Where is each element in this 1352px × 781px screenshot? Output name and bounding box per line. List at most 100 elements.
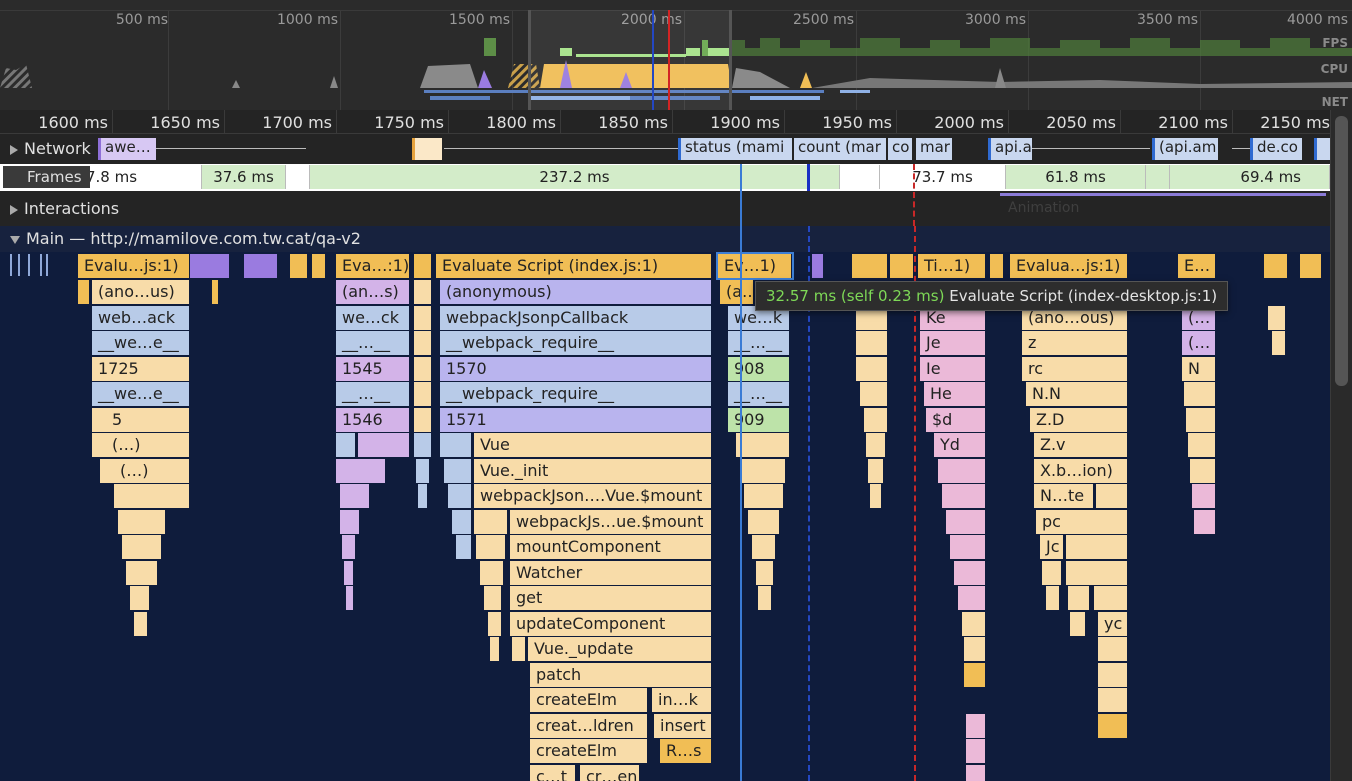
flame-event[interactable]: webpackJson….Vue.$mount	[474, 484, 712, 508]
frame[interactable]	[1146, 165, 1170, 189]
flame-event[interactable]	[938, 459, 986, 483]
flame-event[interactable]	[868, 459, 884, 483]
frame[interactable]: 37.6 ms	[202, 165, 286, 189]
flame-event[interactable]: (ano…us)	[92, 280, 190, 304]
flame-event[interactable]: 1571	[440, 408, 712, 432]
flame-event[interactable]	[758, 586, 772, 610]
flame-event[interactable]: E…	[1178, 254, 1216, 278]
flame-event[interactable]	[212, 280, 219, 304]
flame-event[interactable]	[964, 663, 986, 687]
flame-event[interactable]	[946, 510, 986, 534]
flame-event[interactable]: creat…ldren	[530, 714, 648, 738]
flame-event[interactable]	[1268, 306, 1286, 330]
flame-event[interactable]	[484, 586, 502, 610]
interactions-track-toggle[interactable]: Interactions	[10, 199, 119, 218]
flame-event[interactable]	[452, 510, 472, 534]
flame-event[interactable]	[414, 306, 432, 330]
flame-event[interactable]: Evaluate Script (index.js:1)	[436, 254, 712, 278]
flame-event[interactable]	[990, 254, 1004, 278]
flame-event[interactable]	[1192, 484, 1216, 508]
flame-event[interactable]: Watcher	[510, 561, 712, 585]
flame-slice[interactable]	[46, 254, 48, 276]
flame-event[interactable]: c…t	[530, 765, 576, 781]
flame-event[interactable]	[966, 765, 986, 781]
flame-event[interactable]	[1188, 433, 1216, 457]
flame-event[interactable]: X.b…ion)	[1034, 459, 1128, 483]
flame-event[interactable]: pc	[1036, 510, 1128, 534]
flame-event[interactable]: Jc	[1040, 535, 1064, 559]
flame-event[interactable]: z	[1022, 331, 1128, 355]
flame-event[interactable]: Eva…:1)	[336, 254, 410, 278]
flame-event[interactable]	[852, 254, 888, 278]
frame[interactable]: 237.2 ms	[310, 165, 840, 189]
flame-event[interactable]	[312, 254, 326, 278]
flame-event[interactable]: webpackJsonpCallback	[440, 306, 712, 330]
flame-event[interactable]	[1098, 688, 1128, 712]
flame-event[interactable]: (…	[1182, 331, 1216, 355]
flame-event[interactable]: (anonymous)	[440, 280, 712, 304]
flame-event[interactable]: Vue._update	[528, 637, 712, 661]
flame-event[interactable]	[1186, 408, 1216, 432]
flame-event[interactable]: __…__	[336, 331, 410, 355]
flame-event[interactable]: 1570	[440, 357, 712, 381]
flame-event[interactable]	[358, 433, 410, 457]
flame-event[interactable]: (an…s)	[336, 280, 410, 304]
flame-event[interactable]: 1545	[336, 357, 410, 381]
flame-event[interactable]: N.N	[1026, 382, 1128, 406]
flame-event[interactable]: Ti…1)	[918, 254, 986, 278]
flame-event[interactable]	[134, 612, 148, 636]
network-request[interactable]: (api.am	[1152, 138, 1218, 160]
flame-event[interactable]: 5	[92, 408, 190, 432]
network-request[interactable]: mar	[916, 138, 952, 160]
flame-event[interactable]	[336, 433, 356, 457]
flame-event[interactable]	[1066, 561, 1128, 585]
flame-event[interactable]	[122, 535, 162, 559]
flame-event[interactable]	[416, 459, 430, 483]
flame-event[interactable]: __webpack_require__	[440, 382, 712, 406]
flame-event[interactable]	[1046, 586, 1060, 610]
flame-event[interactable]	[414, 408, 432, 432]
flame-event[interactable]	[336, 459, 386, 483]
flame-event[interactable]	[1096, 484, 1128, 508]
flame-event[interactable]: Z.v	[1034, 433, 1128, 457]
flame-event[interactable]	[966, 739, 986, 763]
network-track-toggle[interactable]: Network	[10, 139, 95, 158]
flame-event-selected[interactable]: Ev…1)	[716, 252, 794, 280]
frames-label[interactable]: Frames	[3, 166, 90, 188]
flame-event[interactable]	[474, 510, 508, 534]
flame-event[interactable]: N	[1182, 357, 1216, 381]
flame-slice[interactable]	[18, 254, 20, 276]
flame-event[interactable]	[414, 280, 432, 304]
flame-event[interactable]: 1725	[92, 357, 190, 381]
network-request[interactable]	[412, 138, 442, 160]
network-track[interactable]: Network awe… status (mami count (mar co …	[0, 135, 1330, 162]
flame-event[interactable]	[890, 254, 914, 278]
flame-event[interactable]	[966, 714, 986, 738]
flame-event[interactable]	[962, 612, 986, 636]
flame-event[interactable]	[346, 586, 354, 610]
flame-event[interactable]	[340, 510, 360, 534]
flame-event[interactable]: Evalua…js:1)	[1010, 254, 1128, 278]
network-request[interactable]: de.co	[1250, 138, 1302, 160]
main-track-toggle[interactable]: Main — http://mamilove.com.tw.cat/qa-v2	[10, 229, 361, 248]
flame-event[interactable]	[78, 280, 90, 304]
flame-slice[interactable]	[28, 254, 30, 276]
flame-event[interactable]	[964, 637, 986, 661]
flame-event[interactable]	[736, 433, 790, 457]
flame-event[interactable]: insert	[654, 714, 712, 738]
flame-event[interactable]: $d	[926, 408, 986, 432]
flame-event[interactable]: Vue._init	[474, 459, 712, 483]
flame-event[interactable]	[1184, 382, 1216, 406]
flame-event[interactable]	[1098, 714, 1128, 738]
frame[interactable]: 69.4 ms	[1170, 165, 1330, 189]
flame-event[interactable]: updateComponent	[510, 612, 712, 636]
flame-event[interactable]: R…s	[660, 739, 712, 763]
flame-event[interactable]	[748, 510, 780, 534]
flame-event[interactable]: __…__	[728, 382, 790, 406]
vertical-scrollbar[interactable]	[1330, 110, 1352, 781]
flame-event[interactable]	[342, 535, 356, 559]
frame[interactable]	[286, 165, 310, 189]
flame-event[interactable]	[114, 484, 190, 508]
flame-event[interactable]: __we…e__	[92, 331, 190, 355]
flame-event[interactable]	[512, 637, 526, 661]
